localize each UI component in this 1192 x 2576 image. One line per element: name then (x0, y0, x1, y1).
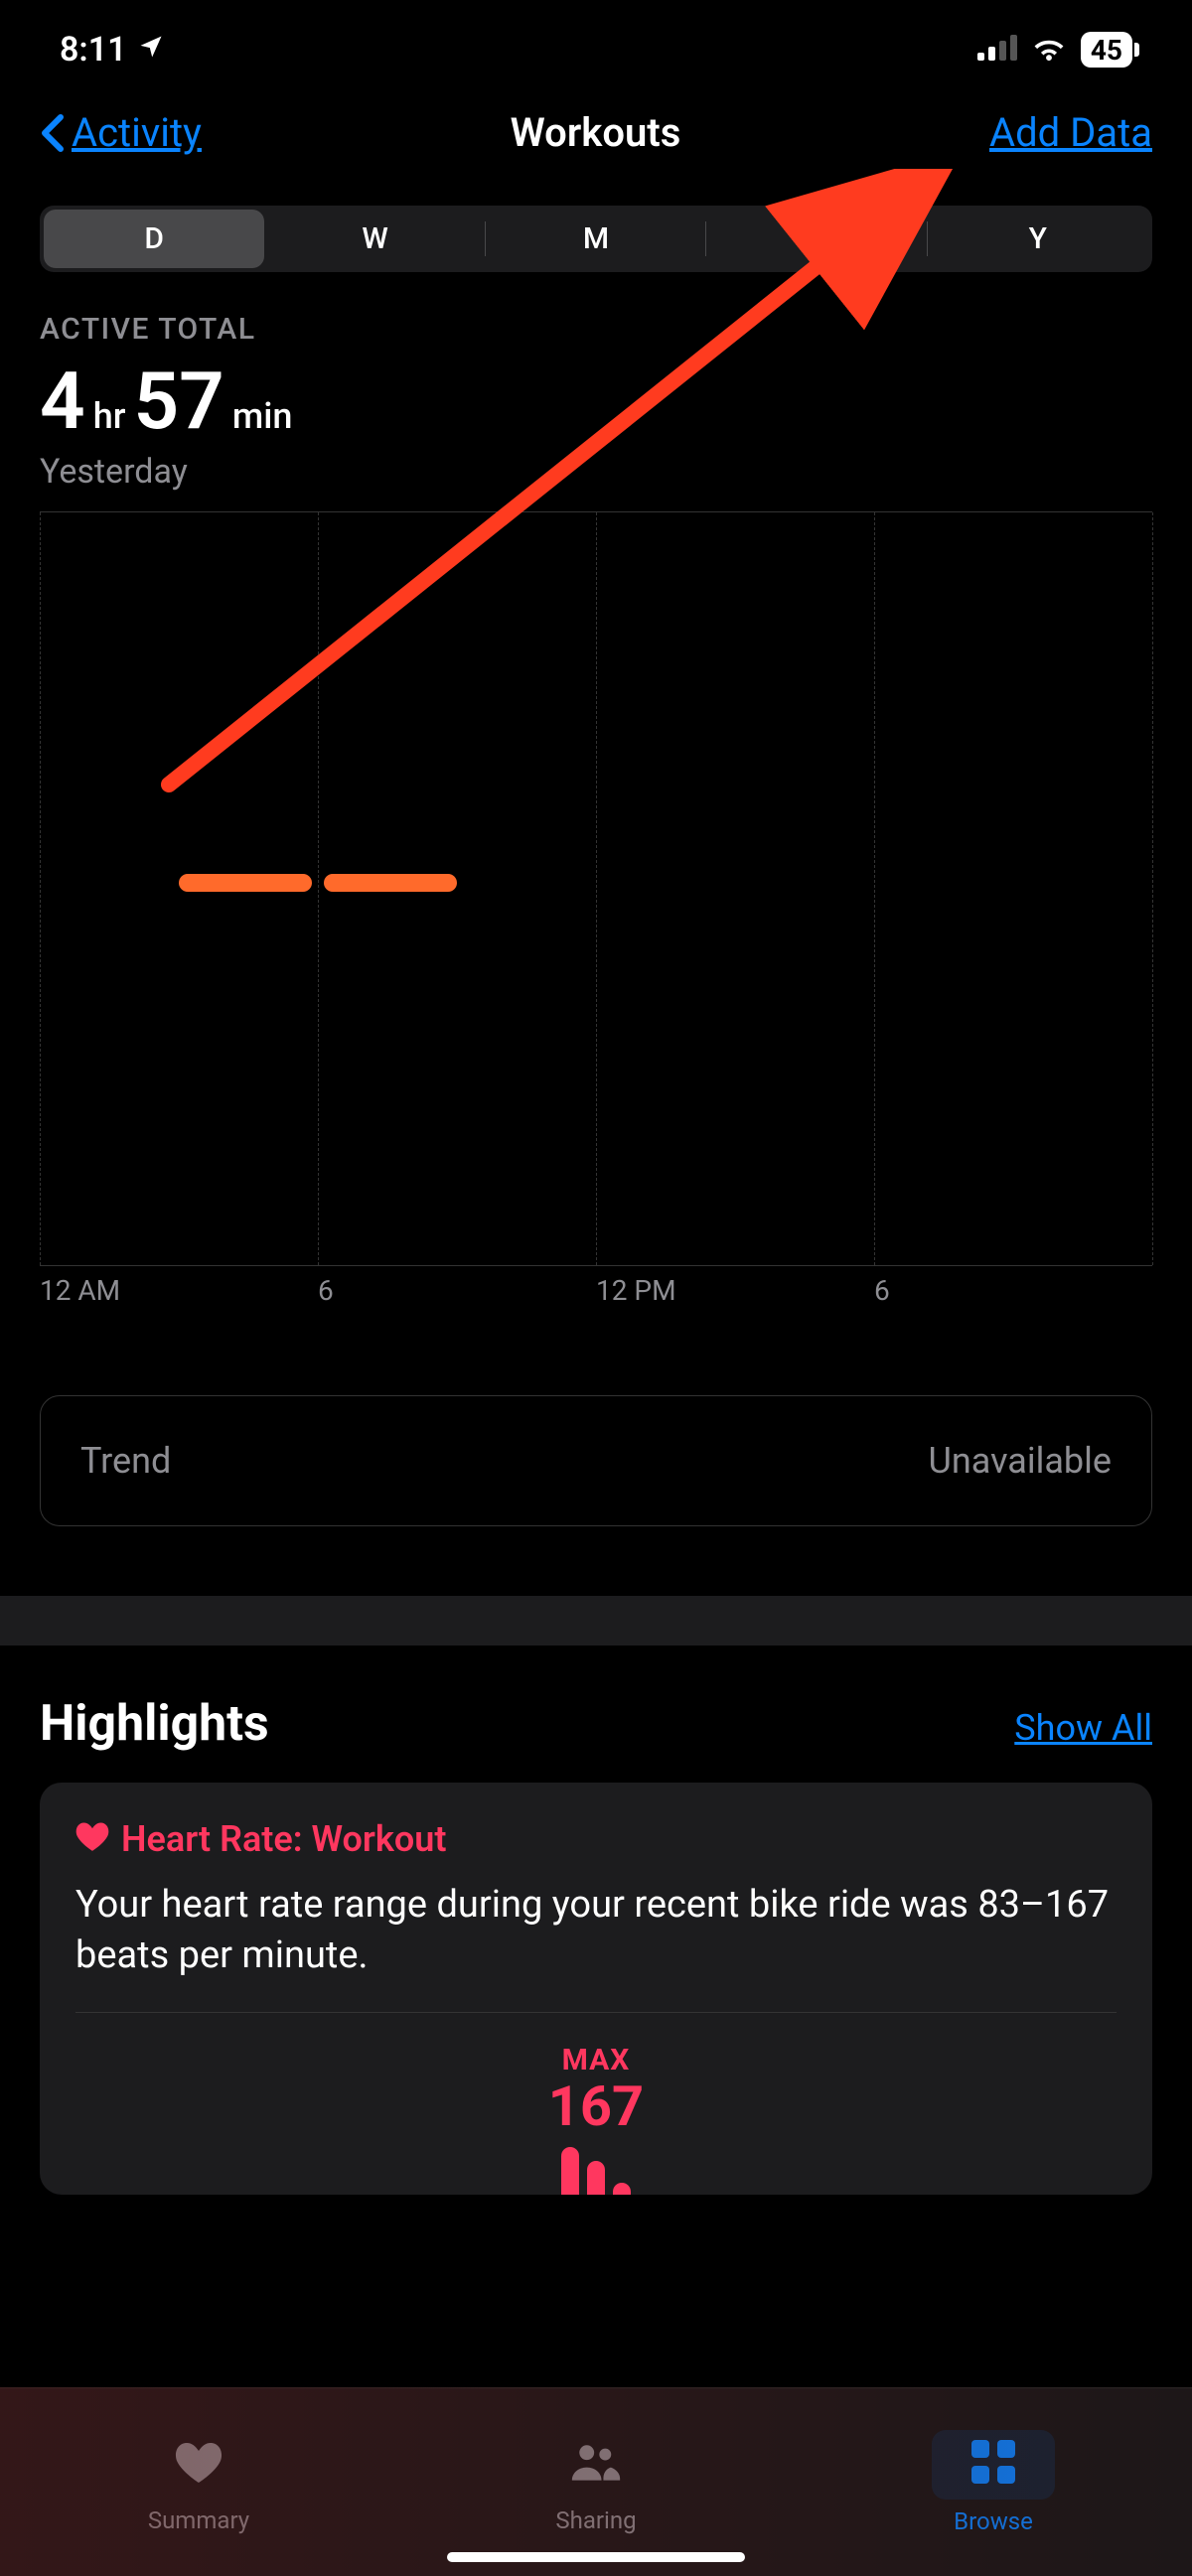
highlight-card-heart-rate[interactable]: Heart Rate: Workout Your heart rate rang… (40, 1783, 1152, 2195)
gridline (40, 512, 41, 1265)
max-label: MAX (75, 2043, 1117, 2077)
heart-icon (75, 1818, 109, 1860)
back-label: Activity (72, 109, 202, 156)
gridline (1152, 512, 1153, 1265)
trend-card[interactable]: Trend Unavailable (40, 1395, 1152, 1526)
x-label: 6 (874, 1274, 890, 1307)
status-time: 8:11 (60, 30, 127, 70)
wifi-icon (1031, 30, 1067, 70)
battery-indicator: 45 (1081, 32, 1132, 68)
nav-bar: Activity Workouts Add Data (0, 89, 1192, 196)
active-total-label: ACTIVE TOTAL (40, 312, 1152, 347)
mins-value: 57 (133, 355, 224, 448)
active-total-subtext: Yesterday (40, 452, 1152, 492)
gridline (318, 512, 319, 1265)
x-label: 12 PM (596, 1274, 676, 1307)
tab-label: Summary (148, 2506, 249, 2534)
location-icon (137, 30, 165, 70)
cellular-icon (977, 30, 1017, 70)
gridline (596, 512, 597, 1265)
trend-label: Trend (80, 1440, 171, 1482)
hr-bars (75, 2145, 1117, 2195)
segment-year[interactable]: Y (928, 210, 1148, 268)
status-left: 8:11 (60, 30, 165, 70)
max-value: 167 (75, 2074, 1117, 2139)
home-indicator[interactable] (447, 2552, 745, 2562)
time-range-segmented[interactable]: D W M 6M Y (40, 206, 1152, 272)
tab-bar: Summary Sharing Browse (0, 2387, 1192, 2576)
back-button[interactable]: Activity (40, 109, 202, 156)
segment-month[interactable]: M (486, 210, 706, 268)
workouts-chart[interactable] (40, 511, 1152, 1266)
workout-bar (324, 874, 457, 892)
tab-sharing[interactable]: Sharing (397, 2388, 795, 2576)
heart-icon (175, 2461, 223, 2489)
show-all-button[interactable]: Show All (1014, 1707, 1152, 1749)
segment-week[interactable]: W (264, 210, 485, 268)
people-icon (570, 2461, 622, 2489)
chevron-left-icon (40, 113, 66, 153)
tab-label: Sharing (555, 2506, 636, 2534)
mins-unit: min (232, 395, 293, 437)
workout-bar (179, 874, 312, 892)
trend-value: Unavailable (929, 1440, 1112, 1482)
highlight-card-body: Your heart rate range during your recent… (75, 1880, 1117, 2013)
tab-label: Browse (954, 2507, 1033, 2535)
highlight-card-header: Heart Rate: Workout (75, 1818, 1117, 1860)
x-axis-labels: 12 AM 6 12 PM 6 (40, 1266, 1152, 1326)
section-gap (0, 1596, 1192, 1646)
tab-browse[interactable]: Browse (795, 2388, 1192, 2576)
battery-level: 45 (1091, 34, 1122, 67)
hours-value: 4 (40, 355, 85, 448)
segment-6month[interactable]: 6M (706, 210, 927, 268)
status-right: 45 (977, 30, 1132, 70)
page-title: Workouts (511, 109, 681, 156)
add-data-button[interactable]: Add Data (989, 109, 1152, 156)
highlights-header: Highlights Show All (40, 1695, 1152, 1753)
highlight-max-area: MAX 167 (75, 2043, 1117, 2195)
highlight-card-title: Heart Rate: Workout (121, 1818, 446, 1860)
status-bar: 8:11 45 (0, 0, 1192, 89)
tab-summary[interactable]: Summary (0, 2388, 397, 2576)
highlights-title: Highlights (40, 1695, 269, 1753)
hours-unit: hr (93, 395, 126, 437)
x-label: 12 AM (40, 1274, 120, 1307)
segment-day[interactable]: D (44, 210, 264, 268)
x-label: 6 (318, 1274, 334, 1307)
grid-icon (971, 2462, 1015, 2490)
active-total-value: 4 hr 57 min (40, 355, 1152, 448)
gridline (874, 512, 875, 1265)
